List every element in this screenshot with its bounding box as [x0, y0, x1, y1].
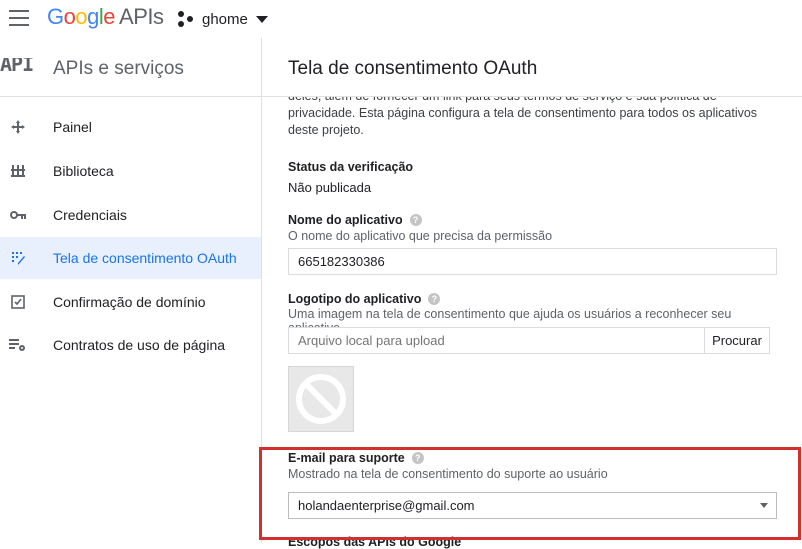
- sidebar-header: API APIs e serviços: [0, 58, 261, 97]
- sidebar-item-painel[interactable]: Painel: [0, 106, 261, 148]
- key-icon: [9, 206, 27, 224]
- app-name-input[interactable]: 665182330386: [288, 248, 777, 275]
- page-title: Tela de consentimento OAuth: [288, 58, 538, 79]
- browse-button[interactable]: Procurar: [704, 327, 770, 354]
- sidebar-item-label: Painel: [53, 119, 92, 135]
- sidebar-item-contratos-de-uso-de-pagina[interactable]: Contratos de uso de página: [0, 324, 261, 366]
- checkbox-icon: [9, 293, 27, 311]
- logo-preview: [288, 366, 354, 432]
- sidebar-item-tela-de-consentimento-oauth[interactable]: Tela de consentimento OAuth: [0, 237, 261, 279]
- api-badge: API: [0, 58, 34, 76]
- sidebar-title: APIs e serviços: [53, 58, 184, 79]
- sidebar-item-label: Confirmação de domínio: [53, 294, 206, 310]
- project-selector[interactable]: ghome: [178, 8, 268, 30]
- sidebar-item-label: Tela de consentimento OAuth: [53, 250, 237, 266]
- app-name-label: Nome do aplicativo?: [288, 213, 422, 227]
- settings-list-icon: [9, 336, 27, 354]
- verification-status: Não publicada: [288, 180, 372, 195]
- sidebar-item-label: Biblioteca: [53, 163, 114, 179]
- sidebar-item-credenciais[interactable]: Credenciais: [0, 194, 261, 236]
- help-icon[interactable]: ?: [409, 214, 422, 226]
- menu-icon[interactable]: [9, 10, 29, 26]
- logo-upload-row: Arquivo local para upload Procurar: [288, 327, 770, 354]
- help-icon[interactable]: ?: [428, 293, 441, 305]
- sidebar-item-biblioteca[interactable]: Biblioteca: [0, 150, 261, 192]
- dashboard-icon: [9, 118, 27, 136]
- verification-label: Status da verificação: [288, 160, 414, 174]
- google-apis-logo[interactable]: Google APIs: [47, 4, 164, 30]
- support-email-select[interactable]: holandaenterprise@gmail.com: [288, 492, 777, 519]
- dropdown-arrow-icon: [760, 503, 768, 508]
- logo-upload-input[interactable]: Arquivo local para upload: [288, 327, 705, 354]
- google-api-scopes-label: Escopos das APIs do Google: [288, 535, 462, 549]
- support-email-label: E-mail para suporte?: [288, 451, 424, 465]
- sidebar: API APIs e serviços Painel Biblioteca Cr…: [0, 38, 262, 543]
- intro-rest: privacidade. Esta página configura a tel…: [288, 106, 758, 137]
- main-header: Tela de consentimento OAuth: [262, 58, 802, 97]
- top-bar: Google APIs ghome: [0, 0, 802, 38]
- help-icon[interactable]: ?: [411, 452, 424, 464]
- no-image-icon: [296, 374, 346, 424]
- sidebar-item-label: Contratos de uso de página: [53, 337, 226, 353]
- app-logo-label: Logotipo do aplicativo?: [288, 292, 441, 306]
- caret-down-icon: [255, 15, 268, 23]
- sidebar-item-label: Credenciais: [53, 207, 127, 223]
- sidebar-item-confirmacao-de-dominio[interactable]: Confirmação de domínio: [0, 281, 261, 323]
- support-email-value: holandaenterprise@gmail.com: [298, 498, 475, 513]
- app-name-description: O nome do aplicativo que precisa da perm…: [288, 229, 553, 243]
- project-icon: [178, 11, 196, 27]
- consent-icon: [9, 249, 27, 267]
- library-icon: [9, 162, 27, 180]
- project-name: ghome: [202, 10, 248, 28]
- support-email-description: Mostrado na tela de consentimento do sup…: [288, 467, 608, 481]
